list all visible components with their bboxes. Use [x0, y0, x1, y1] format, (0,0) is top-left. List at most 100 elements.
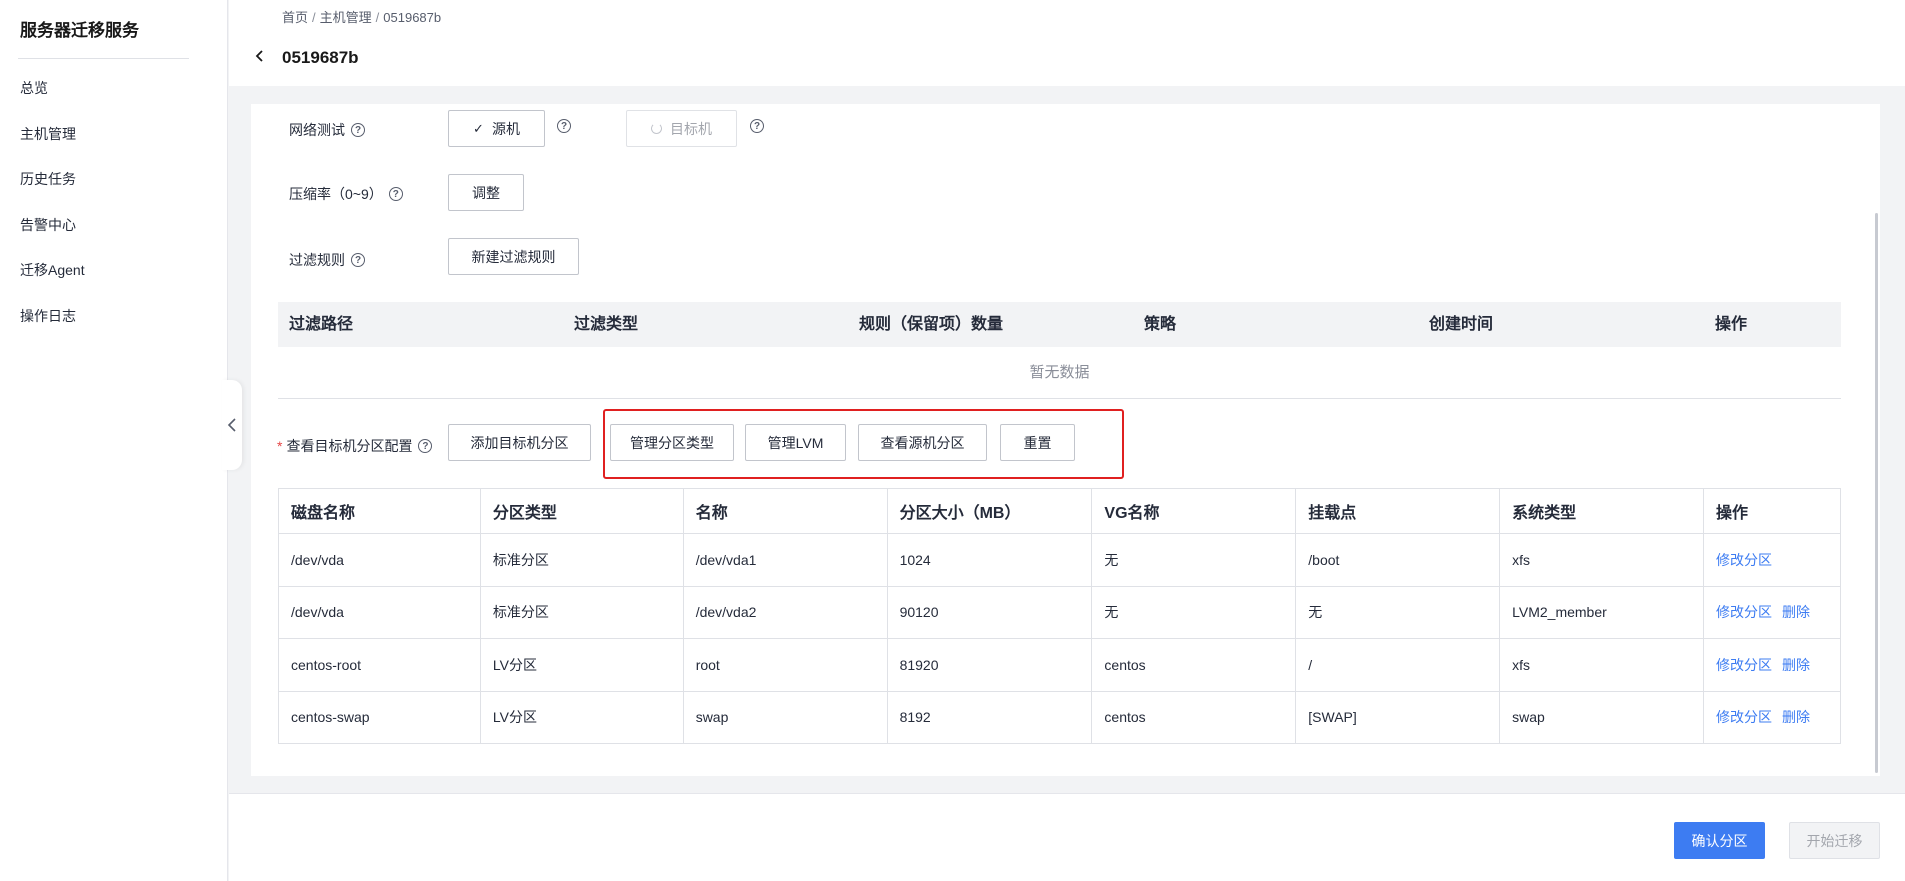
filter-table-header: 过滤路径 过滤类型 规则（保留项）数量 策略 创建时间 操作 [278, 302, 1841, 347]
column-header: 操作 [1715, 316, 1748, 333]
start-migration-button[interactable]: 开始迁移 [1789, 822, 1880, 859]
cell-actions: 修改分区 删除 [1703, 586, 1841, 639]
network-test-label-text: 网络测试 [289, 122, 345, 138]
column-header: 策略 [1144, 316, 1177, 333]
breadcrumb-separator: / [312, 10, 316, 25]
help-icon[interactable]: ? [351, 253, 365, 267]
table-row: centos-swap LV分区 swap 8192 centos [SWAP]… [278, 691, 1841, 744]
cell-vg: 无 [1091, 586, 1297, 639]
sidebar-nav: 总览 主机管理 历史任务 告警中心 迁移Agent 操作日志 [0, 66, 227, 339]
cell-mount: /boot [1295, 533, 1501, 587]
cell-vg: centos [1091, 691, 1297, 744]
column-header: 分区类型 [480, 488, 684, 534]
breadcrumb-separator: / [375, 10, 380, 25]
modify-partition-link[interactable]: 修改分区 [1716, 552, 1772, 568]
help-icon[interactable]: ? [557, 119, 571, 133]
cell-actions: 修改分区 [1703, 533, 1841, 587]
delete-link[interactable]: 删除 [1782, 604, 1810, 620]
sidebar-item-overview[interactable]: 总览 [0, 66, 227, 112]
breadcrumb-host-management[interactable]: 主机管理 [320, 10, 372, 25]
scrollbar[interactable] [1875, 213, 1878, 773]
cell-disk: /dev/vda [278, 586, 481, 639]
chevron-left-icon [227, 418, 236, 432]
confirm-partition-button[interactable]: 确认分区 [1674, 822, 1765, 859]
cell-size: 1024 [887, 533, 1093, 587]
cell-name: /dev/vda2 [683, 586, 888, 639]
breadcrumb-home[interactable]: 首页 [282, 10, 308, 25]
new-filter-rule-button[interactable]: 新建过滤规则 [448, 238, 579, 275]
table-row: /dev/vda 标准分区 /dev/vda1 1024 无 /boot xfs… [278, 533, 1841, 587]
filter-table: 过滤路径 过滤类型 规则（保留项）数量 策略 创建时间 操作 暂无数据 [278, 302, 1841, 399]
cell-fs: LVM2_member [1499, 586, 1705, 639]
page-title: 0519687b [282, 48, 359, 67]
partition-config-label-text: 查看目标机分区配置 [286, 438, 413, 454]
add-target-partition-button[interactable]: 添加目标机分区 [448, 424, 591, 461]
sidebar-item-migration-agent[interactable]: 迁移Agent [0, 248, 227, 294]
modify-partition-link[interactable]: 修改分区 [1716, 604, 1772, 620]
network-test-target-button[interactable]: 目标机 [626, 110, 737, 147]
cell-disk: /dev/vda [278, 533, 481, 587]
app-title: 服务器迁移服务 [20, 21, 139, 40]
column-header: 磁盘名称 [278, 488, 481, 534]
sidebar-collapse-button[interactable] [222, 380, 242, 470]
column-header: 名称 [683, 488, 888, 534]
column-header: 过滤路径 [289, 316, 354, 333]
partition-table: 磁盘名称 分区类型 名称 分区大小（MB） VG名称 挂载点 系统类型 操作 /… [278, 488, 1841, 744]
cell-fs: xfs [1499, 638, 1705, 692]
cell-fs: swap [1499, 691, 1705, 744]
cell-actions: 修改分区 删除 [1703, 691, 1841, 744]
sidebar-item-host-management[interactable]: 主机管理 [0, 112, 227, 158]
modify-partition-link[interactable]: 修改分区 [1716, 709, 1772, 725]
compression-label-text: 压缩率（0~9） [289, 186, 383, 202]
sidebar-item-history-tasks[interactable]: 历史任务 [0, 157, 227, 203]
filter-rules-label: 过滤规则 ? [289, 250, 365, 270]
table-row: centos-root LV分区 root 81920 centos / xfs… [278, 638, 1841, 692]
table-row: /dev/vda 标准分区 /dev/vda2 90120 无 无 LVM2_m… [278, 586, 1841, 639]
breadcrumb-current: 0519687b [383, 10, 442, 25]
back-arrow-icon[interactable] [252, 48, 268, 64]
help-icon[interactable]: ? [388, 187, 403, 201]
compression-label: 压缩率（0~9） ? [289, 184, 403, 204]
network-test-target-label: 目标机 [670, 120, 712, 137]
cell-type: LV分区 [480, 638, 684, 692]
cell-mount: / [1295, 638, 1501, 692]
cell-size: 81920 [887, 638, 1093, 692]
sidebar: 服务器迁移服务 总览 主机管理 历史任务 告警中心 迁移Agent 操作日志 [0, 0, 228, 881]
modify-partition-link[interactable]: 修改分区 [1716, 657, 1772, 673]
column-header: 操作 [1703, 488, 1841, 534]
cell-vg: centos [1091, 638, 1297, 692]
sidebar-item-operation-log[interactable]: 操作日志 [0, 294, 227, 340]
check-icon: ✓ [473, 120, 484, 136]
column-header: 规则（保留项）数量 [859, 316, 1004, 333]
required-mark: * [277, 438, 283, 454]
column-header: 系统类型 [1499, 488, 1705, 534]
cell-type: 标准分区 [480, 533, 684, 587]
help-icon[interactable]: ? [750, 119, 764, 133]
sidebar-item-alarm-center[interactable]: 告警中心 [0, 203, 227, 249]
cell-actions: 修改分区 删除 [1703, 638, 1841, 692]
network-test-source-button[interactable]: ✓ 源机 [448, 110, 545, 147]
sidebar-divider [18, 58, 189, 59]
cell-fs: xfs [1499, 533, 1705, 587]
empty-state-text: 暂无数据 [278, 347, 1841, 399]
delete-link[interactable]: 删除 [1782, 657, 1810, 673]
breadcrumb: 首页 / 主机管理/0519687b [282, 7, 445, 26]
partition-config-label: * 查看目标机分区配置 ? [277, 436, 433, 456]
network-test-label: 网络测试 ? [289, 120, 365, 140]
column-header: VG名称 [1091, 488, 1297, 534]
table-header-row: 磁盘名称 分区类型 名称 分区大小（MB） VG名称 挂载点 系统类型 操作 [278, 488, 1841, 534]
cell-mount: [SWAP] [1295, 691, 1501, 744]
cell-type: LV分区 [480, 691, 684, 744]
cell-vg: 无 [1091, 533, 1297, 587]
cell-name: swap [683, 691, 888, 744]
compression-adjust-button[interactable]: 调整 [448, 174, 524, 211]
network-test-source-label: 源机 [491, 120, 520, 137]
help-icon[interactable]: ? [418, 439, 433, 453]
delete-link[interactable]: 删除 [1782, 709, 1810, 725]
help-icon[interactable]: ? [351, 123, 365, 137]
column-header: 分区大小（MB） [887, 488, 1093, 534]
cell-mount: 无 [1295, 586, 1501, 639]
column-header: 挂载点 [1295, 488, 1501, 534]
column-header: 创建时间 [1429, 316, 1494, 333]
cell-type: 标准分区 [480, 586, 684, 639]
